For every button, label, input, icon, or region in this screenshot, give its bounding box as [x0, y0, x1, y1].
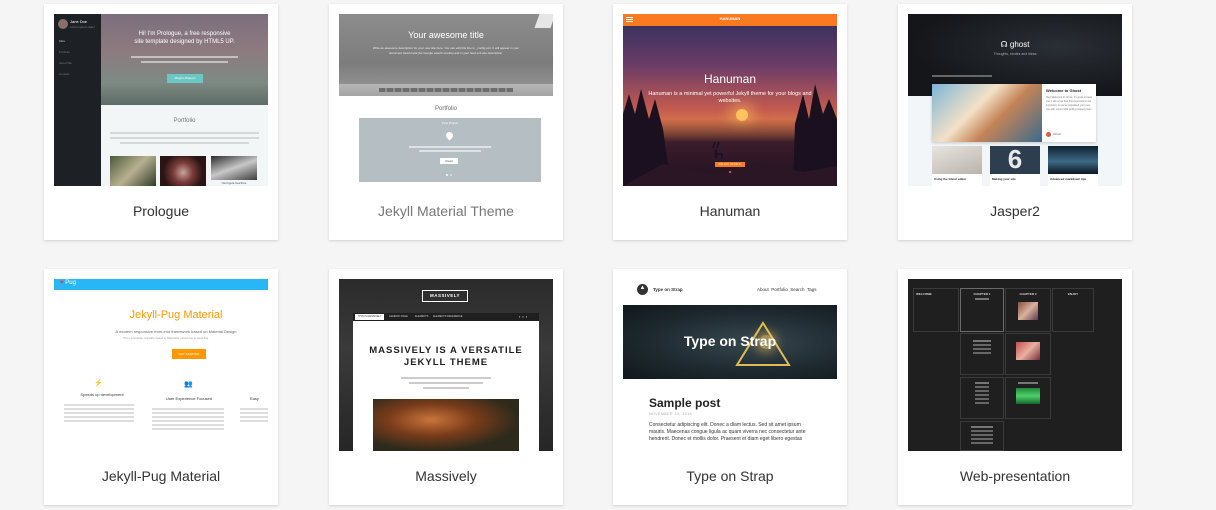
- location-pin-icon: [444, 130, 455, 141]
- slide-tile: WELCOME: [913, 288, 959, 332]
- preview-hero: Type on Strap: [623, 305, 837, 379]
- preview-hero: Hi! I'm Prologue, a free responsive site…: [101, 14, 268, 105]
- preview-image: [373, 399, 519, 451]
- theme-gallery: Jane Doe Lorem ipsum dolor Intro Portfol…: [0, 0, 1216, 510]
- theme-card-web-presentation[interactable]: WELCOME CHAPTER 1 CHAPTER 2 ENJOY Web-pr…: [898, 269, 1132, 505]
- preview-navbar: HANUMAN: [623, 14, 837, 26]
- preview-post-card: Using the Ghost editor: [932, 146, 982, 186]
- theme-card-jekyll-material[interactable]: Your awesome title Write an awesome desc…: [329, 4, 563, 240]
- preview-sidebar-sub: Lorem ipsum dolor: [70, 25, 95, 29]
- preview-image: [160, 156, 206, 186]
- group-icon: 👥: [184, 381, 193, 388]
- theme-thumbnail-jekyll-material[interactable]: Your awesome title Write an awesome desc…: [339, 14, 553, 186]
- theme-title[interactable]: Web-presentation: [898, 468, 1132, 484]
- preview-section-title: Portfolio: [434, 106, 457, 112]
- theme-thumbnail-jekyll-pug-material[interactable]: ♥ Pug Jekyll-Pug Material A modern respo…: [54, 279, 268, 451]
- preview-heading: Your awesome title: [408, 30, 484, 40]
- preview-image: [110, 156, 156, 186]
- preview-sidebar-name: Jane Doe: [70, 19, 88, 24]
- lightning-icon: ⚡: [94, 380, 103, 387]
- social-icons: ▪▪▪: [519, 314, 530, 319]
- preview-nav: About Portfolio Search Tags: [757, 287, 817, 292]
- preview-heading: MASSIVELY IS A VERSATILE JEKYLL THEME: [369, 345, 523, 368]
- preview-hero-text: Hi! I'm Prologue, a free responsive site…: [134, 31, 235, 45]
- preview-portfolio-card: Post Project Read: [359, 118, 541, 182]
- theme-title[interactable]: Jasper2: [898, 203, 1132, 219]
- preview-brand: ☊ ghost: [1000, 40, 1030, 49]
- preview-post-card: 6 Making your site: [990, 144, 1040, 186]
- slide-tile: [960, 377, 1004, 419]
- heart-icon: ♥: [60, 280, 64, 286]
- avatar: [58, 19, 68, 29]
- theme-title[interactable]: Type on Strap: [613, 468, 847, 484]
- theme-title[interactable]: Prologue: [44, 203, 278, 219]
- slide-tile: [1005, 333, 1051, 375]
- theme-title[interactable]: Jekyll Material Theme: [329, 203, 563, 219]
- theme-title[interactable]: Massively: [329, 468, 563, 484]
- preview-hero: Your awesome title Write an awesome desc…: [339, 14, 553, 96]
- preview-post-body: Consectetur adipiscing elit. Donec a dia…: [649, 422, 806, 442]
- theme-thumbnail-hanuman[interactable]: HANUMAN Hanuman Hanuman is a minimal yet…: [623, 14, 837, 186]
- preview-post-text: Hey! Welcome to Ghost, it's great to hav…: [1046, 96, 1092, 111]
- theme-card-hanuman[interactable]: HANUMAN Hanuman Hanuman is a minimal yet…: [613, 4, 847, 240]
- preview-post-date: NOVEMBER 30, 2016: [649, 412, 693, 416]
- slide-tile: [960, 421, 1004, 451]
- preview-logo: MASSIVELY: [422, 290, 468, 302]
- theme-thumbnail-prologue[interactable]: Jane Doe Lorem ipsum dolor Intro Portfol…: [54, 14, 268, 186]
- theme-card-jasper2[interactable]: ☊ ghost Thoughts, stories and ideas Welc…: [898, 4, 1132, 240]
- avatar: [1046, 132, 1051, 137]
- theme-thumbnail-massively[interactable]: MASSIVELY THIS IS MASSIVELY GENERIC PAGE…: [339, 279, 553, 451]
- ghost-logo-icon: ☊: [1000, 40, 1008, 49]
- slide-tile: ENJOY: [1052, 288, 1094, 332]
- preview-image: [211, 156, 257, 180]
- theme-card-jekyll-pug-material[interactable]: ♥ Pug Jekyll-Pug Material A modern respo…: [44, 269, 278, 505]
- preview-hero-button: Magna Aliquam: [167, 74, 203, 83]
- preview-button: READ MORE: [715, 162, 745, 167]
- preview-subheading: A modern responsive front-end framework …: [115, 329, 237, 334]
- theme-card-type-on-strap[interactable]: ▲ Type on Strap About Portfolio Search T…: [613, 269, 847, 505]
- preview-section-title: Portfolio: [173, 118, 196, 124]
- preview-button: GET STARTED: [172, 349, 206, 359]
- slide-tile: CHAPTER 2: [1005, 288, 1051, 332]
- theme-card-prologue[interactable]: Jane Doe Lorem ipsum dolor Intro Portfol…: [44, 4, 278, 240]
- preview-brand: Type on Strap: [653, 287, 683, 292]
- preview-sidebar-nav: Intro Portfolio About Me Contact: [59, 39, 72, 76]
- preview-sidebar: Jane Doe Lorem ipsum dolor Intro Portfol…: [54, 14, 101, 186]
- preview-featured-post: Welcome to Ghost Hey! Welcome to Ghost, …: [932, 84, 1096, 142]
- theme-title[interactable]: Jekyll-Pug Material: [44, 468, 278, 484]
- slide-tile: [1005, 377, 1051, 419]
- preview-post-card: Advanced markdown tips: [1048, 146, 1098, 186]
- preview-brand: HANUMAN: [719, 16, 741, 21]
- preview-post-title: Sample post: [649, 396, 721, 410]
- preview-post-title: Welcome to Ghost: [1046, 88, 1082, 93]
- preview-hero-text: Type on Strap: [683, 333, 777, 349]
- theme-card-massively[interactable]: MASSIVELY THIS IS MASSIVELY GENERIC PAGE…: [329, 269, 563, 505]
- preview-description: Write an awesome description for your ne…: [372, 46, 520, 55]
- preview-heading: Hanuman: [703, 72, 757, 86]
- logo-icon: ▲: [637, 284, 648, 295]
- slide-tile: [960, 333, 1004, 375]
- preview-description: Hanuman is a minimal yet powerful Jekyll…: [648, 91, 812, 104]
- preview-nav-brand: ♥ Pug: [60, 280, 76, 286]
- theme-title[interactable]: Hanuman: [613, 203, 847, 219]
- theme-thumbnail-web-presentation[interactable]: WELCOME CHAPTER 1 CHAPTER 2 ENJOY: [908, 279, 1122, 451]
- theme-thumbnail-jasper2[interactable]: ☊ ghost Thoughts, stories and ideas Welc…: [908, 14, 1122, 186]
- preview-main-panel: MASSIVELY IS A VERSATILE JEKYLL THEME: [353, 321, 539, 451]
- preview-tagline: Thoughts, stories and ideas: [993, 52, 1037, 56]
- preview-navbar: ♥ Pug: [54, 279, 268, 290]
- theme-thumbnail-type-on-strap[interactable]: ▲ Type on Strap About Portfolio Search T…: [623, 279, 837, 451]
- preview-heading: Jekyll-Pug Material: [129, 309, 223, 321]
- slide-tile: CHAPTER 1: [960, 288, 1004, 332]
- preview-caption: Nisl ligula faucibus: [221, 181, 247, 185]
